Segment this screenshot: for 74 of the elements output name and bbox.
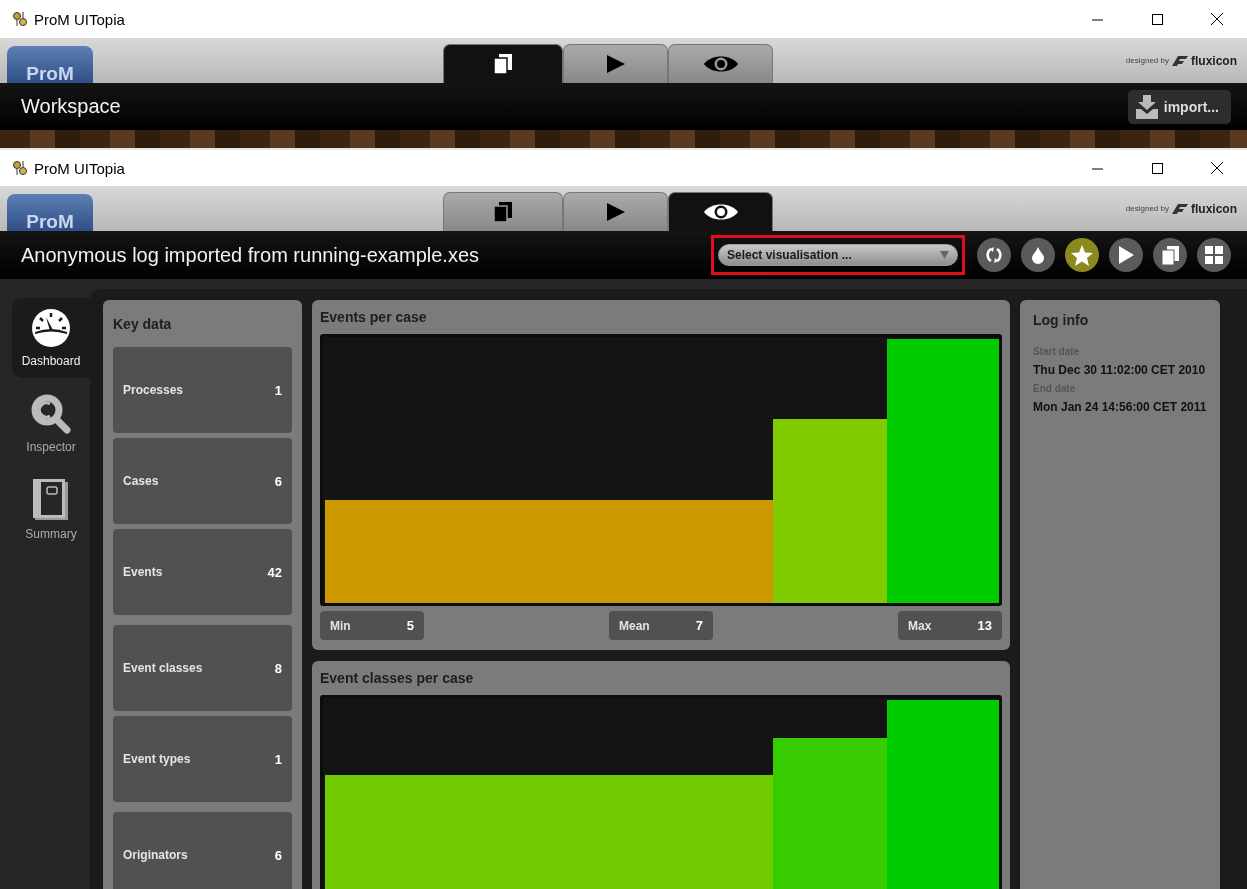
chart-title: Event classes per case (320, 670, 474, 686)
key-value: 6 (274, 847, 282, 863)
view-heading: Anonymous log imported from running-example.xes (21, 243, 480, 267)
view-tab[interactable] (443, 44, 563, 83)
caret-icon (940, 251, 949, 259)
credit-text: designed by (1125, 204, 1169, 213)
maximize-icon (1151, 13, 1163, 25)
close-icon (1211, 13, 1223, 25)
grid-icon (1205, 246, 1223, 264)
app-icon (12, 11, 28, 27)
toolbar-button[interactable] (1197, 238, 1231, 272)
view-tab[interactable] (443, 192, 563, 231)
visualisation-select[interactable]: Select visualisation ... (718, 244, 958, 266)
pages-icon (492, 53, 514, 75)
key-value: 1 (274, 382, 282, 398)
window-title: ProM UITopia (34, 159, 126, 177)
key-label: Processes (123, 383, 184, 397)
pages-icon (492, 201, 514, 223)
drop-icon (1032, 246, 1044, 264)
fluxicon-logo-icon (1172, 203, 1188, 214)
key-value: 6 (274, 473, 282, 489)
stat-value: 7 (695, 618, 703, 633)
sidebar-item[interactable]: Inspector (12, 384, 90, 464)
toolbar-button[interactable] (1065, 238, 1099, 272)
brand-name: fluxicon (1191, 201, 1237, 216)
toolbar-button[interactable] (1021, 238, 1055, 272)
panel-title: Log info (1033, 312, 1089, 328)
stat-label: Max (908, 618, 932, 633)
toolbar-button[interactable] (977, 238, 1011, 272)
fluxicon-logo-icon (1172, 55, 1188, 66)
import-icon (1135, 94, 1158, 119)
import-button[interactable]: import... (1127, 89, 1231, 124)
key-value: 1 (274, 751, 282, 767)
stat-label: Min (330, 618, 351, 633)
key-value: 42 (267, 564, 282, 580)
close-icon (1211, 162, 1223, 174)
key-value: 8 (274, 660, 282, 676)
toolbar-button[interactable] (1153, 238, 1187, 272)
panel-title: Key data (113, 315, 172, 332)
chart-title: Events per case (320, 309, 427, 325)
star-icon (1071, 244, 1093, 266)
view-heading: Workspace (21, 95, 122, 118)
notebook-icon (33, 479, 69, 521)
view-tab[interactable] (668, 192, 773, 231)
key-label: Cases (123, 474, 159, 488)
key-label: Events (123, 565, 163, 579)
maximize-icon (1151, 162, 1163, 174)
stat-value: 13 (977, 618, 992, 633)
view-tab[interactable] (563, 192, 668, 231)
gauge-icon (31, 308, 71, 348)
field-value: Thu Dec 30 11:02:00 CET 2010 (1033, 363, 1207, 377)
key-label: Originators (123, 848, 188, 862)
app-icon (12, 160, 28, 176)
view-tab[interactable] (668, 44, 773, 83)
refresh-icon (985, 246, 1003, 264)
toolbar-button[interactable] (1109, 238, 1143, 272)
key-label: Event types (123, 752, 191, 766)
window-title: ProM UITopia (34, 10, 126, 28)
field-value: Mon Jan 24 14:56:00 CET 2011 (1033, 400, 1207, 414)
play-icon (1118, 246, 1134, 264)
sidebar-item[interactable]: Dashboard (12, 298, 90, 378)
key-label: Event classes (123, 661, 203, 675)
credit-text: designed by (1125, 56, 1169, 65)
prom-logo: ProM (7, 46, 93, 83)
stat-value: 5 (406, 618, 414, 633)
prom-logo: ProM (7, 194, 93, 231)
stat-label: Mean (619, 618, 650, 633)
brand-name: fluxicon (1191, 53, 1237, 68)
view-tab[interactable] (563, 44, 668, 83)
sidebar-item[interactable]: Summary (12, 470, 90, 550)
play-icon (605, 54, 626, 74)
pages-icon (1161, 245, 1179, 265)
play-icon (605, 202, 626, 222)
magnifier-icon (31, 394, 71, 434)
